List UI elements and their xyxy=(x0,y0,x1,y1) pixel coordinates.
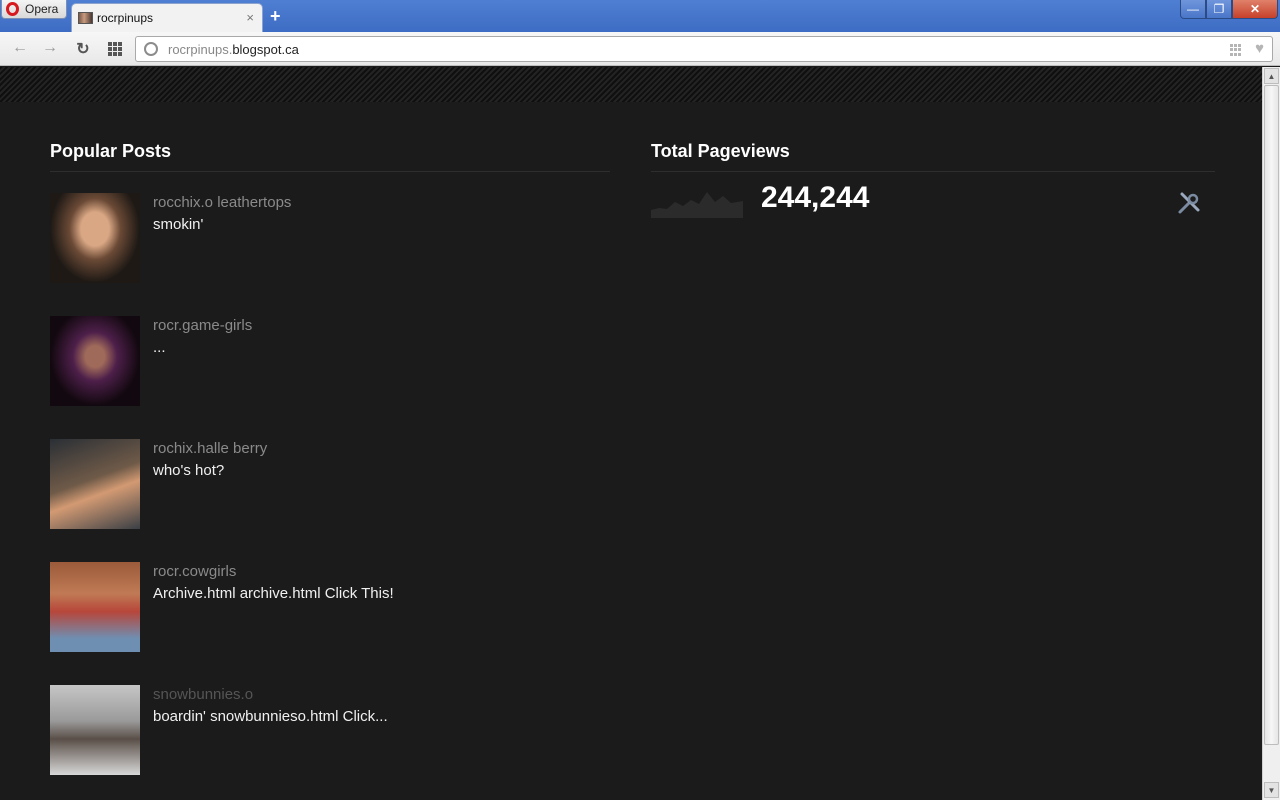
window-titlebar: Opera rocrpinups × + — ❐ ✕ xyxy=(0,0,1280,32)
post-title[interactable]: rocr.game-girls xyxy=(153,317,252,334)
heart-icon[interactable]: ♥ xyxy=(1255,40,1264,57)
post-snippet: who's hot? xyxy=(153,462,225,479)
popular-post-item[interactable]: rocr.cowgirls Archive.html archive.html … xyxy=(50,562,610,652)
back-button[interactable]: ← xyxy=(10,39,30,57)
post-title[interactable]: rochix.halle berry xyxy=(153,440,267,457)
tab-close-icon[interactable]: × xyxy=(246,10,254,25)
pageviews-count: 244,244 xyxy=(761,181,870,214)
opera-menu-label: Opera xyxy=(25,2,59,16)
post-snippet: ... xyxy=(153,339,166,356)
window-close-button[interactable]: ✕ xyxy=(1232,0,1278,19)
tab-rocrpinups[interactable]: rocrpinups × xyxy=(71,3,263,32)
scroll-down-button[interactable]: ▼ xyxy=(1264,782,1279,798)
opera-logo-icon xyxy=(6,2,19,16)
favicon-icon xyxy=(78,12,93,24)
grid-icon[interactable] xyxy=(1230,44,1242,56)
post-title[interactable]: rocchix.o leathertops xyxy=(153,194,291,211)
post-thumbnail[interactable] xyxy=(50,316,140,406)
popular-post-item[interactable]: snowbunnies.o boardin' snowbunnieso.html… xyxy=(50,685,610,775)
address-bar[interactable]: rocrpinups. blogspot.ca ♥ xyxy=(135,36,1273,62)
new-tab-button[interactable]: + xyxy=(270,6,281,27)
tab-title: rocrpinups xyxy=(97,11,154,25)
tools-icon[interactable] xyxy=(1176,190,1202,216)
popular-post-item[interactable]: rocchix.o leathertops smokin' xyxy=(50,193,610,283)
post-title[interactable]: rocr.cowgirls xyxy=(153,563,236,580)
post-thumbnail[interactable] xyxy=(50,193,140,283)
total-pageviews-title: Total Pageviews xyxy=(651,141,790,161)
post-thumbnail[interactable] xyxy=(50,562,140,652)
popular-post-item[interactable]: rochix.halle berry who's hot? xyxy=(50,439,610,529)
browser-toolbar: ← → ↻ rocrpinups. blogspot.ca ♥ xyxy=(0,32,1280,66)
speed-dial-icon[interactable] xyxy=(108,42,122,56)
pageviews-divider xyxy=(651,171,1215,172)
post-snippet: smokin' xyxy=(153,216,204,233)
popular-posts-divider xyxy=(50,171,610,172)
popular-posts-title: Popular Posts xyxy=(50,141,172,161)
post-title[interactable]: snowbunnies.o xyxy=(153,686,253,703)
forward-button[interactable]: → xyxy=(40,39,60,57)
window-maximize-button[interactable]: ❐ xyxy=(1206,0,1232,19)
url-subdomain: rocrpinups. xyxy=(168,41,233,57)
url-domain: blogspot.ca xyxy=(232,41,299,57)
popular-post-item[interactable]: rocr.game-girls ... xyxy=(50,316,610,406)
pageviews-sparkline xyxy=(651,192,743,218)
reload-button[interactable]: ↻ xyxy=(73,39,93,59)
globe-icon xyxy=(144,42,158,56)
opera-menu-button[interactable]: Opera xyxy=(1,0,67,19)
post-thumbnail[interactable] xyxy=(50,685,140,775)
page-viewport: Popular Posts rocchix.o leathertops smok… xyxy=(0,67,1262,800)
page-scrollbar[interactable]: ▲ ▼ xyxy=(1262,67,1280,800)
post-thumbnail[interactable] xyxy=(50,439,140,529)
post-snippet: Archive.html archive.html Click This! xyxy=(153,585,394,602)
post-snippet: boardin' snowbunnieso.html Click... xyxy=(153,708,388,725)
scroll-up-button[interactable]: ▲ xyxy=(1264,68,1279,84)
scroll-thumb[interactable] xyxy=(1264,85,1279,745)
header-pattern-band xyxy=(0,67,1262,102)
window-minimize-button[interactable]: — xyxy=(1180,0,1206,19)
